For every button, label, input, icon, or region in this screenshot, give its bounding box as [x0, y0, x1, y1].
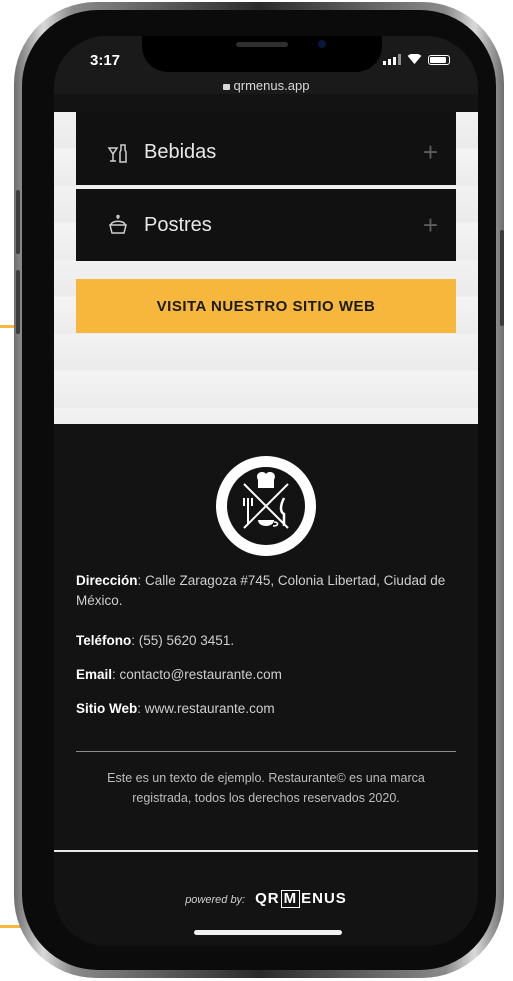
- drinks-icon: [107, 143, 127, 163]
- wifi-icon: [407, 54, 422, 65]
- address-label: Dirección: [76, 573, 138, 588]
- email-line[interactable]: Email: contacto@restaurante.com: [76, 665, 456, 685]
- lock-icon: [222, 84, 230, 90]
- phone-value: : (55) 5620 3451.: [131, 633, 235, 648]
- website-label: Sitio Web: [76, 701, 138, 716]
- legal-text: Este es un texto de ejemplo. Restaurante…: [107, 771, 425, 805]
- phone-screen: 3:17 qrmenus.app Bebidas + Postres + VIS…: [54, 36, 478, 946]
- powered-by-label: powered by:: [185, 894, 246, 906]
- menu-category-label: Postres: [144, 213, 212, 236]
- footer-divider: [76, 751, 456, 752]
- website-value: : www.restaurante.com: [137, 701, 275, 716]
- menu-category-bebidas[interactable]: Bebidas +: [76, 112, 456, 185]
- email-value: : contacto@restaurante.com: [112, 667, 282, 682]
- qrmenus-logo: QR M ENUS: [255, 890, 347, 908]
- signal-icon: [383, 54, 401, 65]
- visit-website-button[interactable]: VISITA NUESTRO SITIO WEB: [76, 279, 456, 333]
- notch: [142, 36, 382, 72]
- volume-button: [16, 270, 20, 334]
- footer: RESTAURANTE GOOD FOOD AND COFFEE Direcci…: [54, 424, 478, 946]
- expand-icon[interactable]: +: [423, 137, 438, 168]
- phone-line[interactable]: Teléfono: (55) 5620 3451.: [76, 631, 456, 651]
- volume-button: [16, 190, 20, 254]
- url-text: qrmenus.app: [233, 78, 310, 93]
- website-line[interactable]: Sitio Web: www.restaurante.com: [76, 699, 456, 719]
- status-icons: [383, 54, 450, 65]
- expand-icon[interactable]: +: [423, 210, 438, 241]
- powered-by[interactable]: powered by: QR M ENUS: [54, 890, 478, 908]
- home-indicator[interactable]: [194, 930, 342, 935]
- address-line: Dirección: Calle Zaragoza #745, Colonia …: [76, 571, 456, 611]
- email-label: Email: [76, 667, 113, 682]
- status-bar: 3:17 qrmenus.app: [54, 36, 478, 94]
- speaker: [236, 42, 288, 47]
- menu-category-postres[interactable]: Postres +: [76, 189, 456, 261]
- power-button: [500, 230, 504, 326]
- cupcake-icon: [109, 214, 127, 234]
- url-bar[interactable]: qrmenus.app: [54, 78, 478, 93]
- battery-icon: [428, 54, 450, 65]
- status-time: 3:17: [90, 52, 121, 69]
- phone-label: Teléfono: [76, 633, 132, 648]
- menu-category-label: Bebidas: [144, 141, 217, 163]
- front-camera: [318, 40, 326, 48]
- footer-rule: [54, 850, 478, 852]
- restaurant-logo: RESTAURANTE GOOD FOOD AND COFFEE: [216, 456, 316, 556]
